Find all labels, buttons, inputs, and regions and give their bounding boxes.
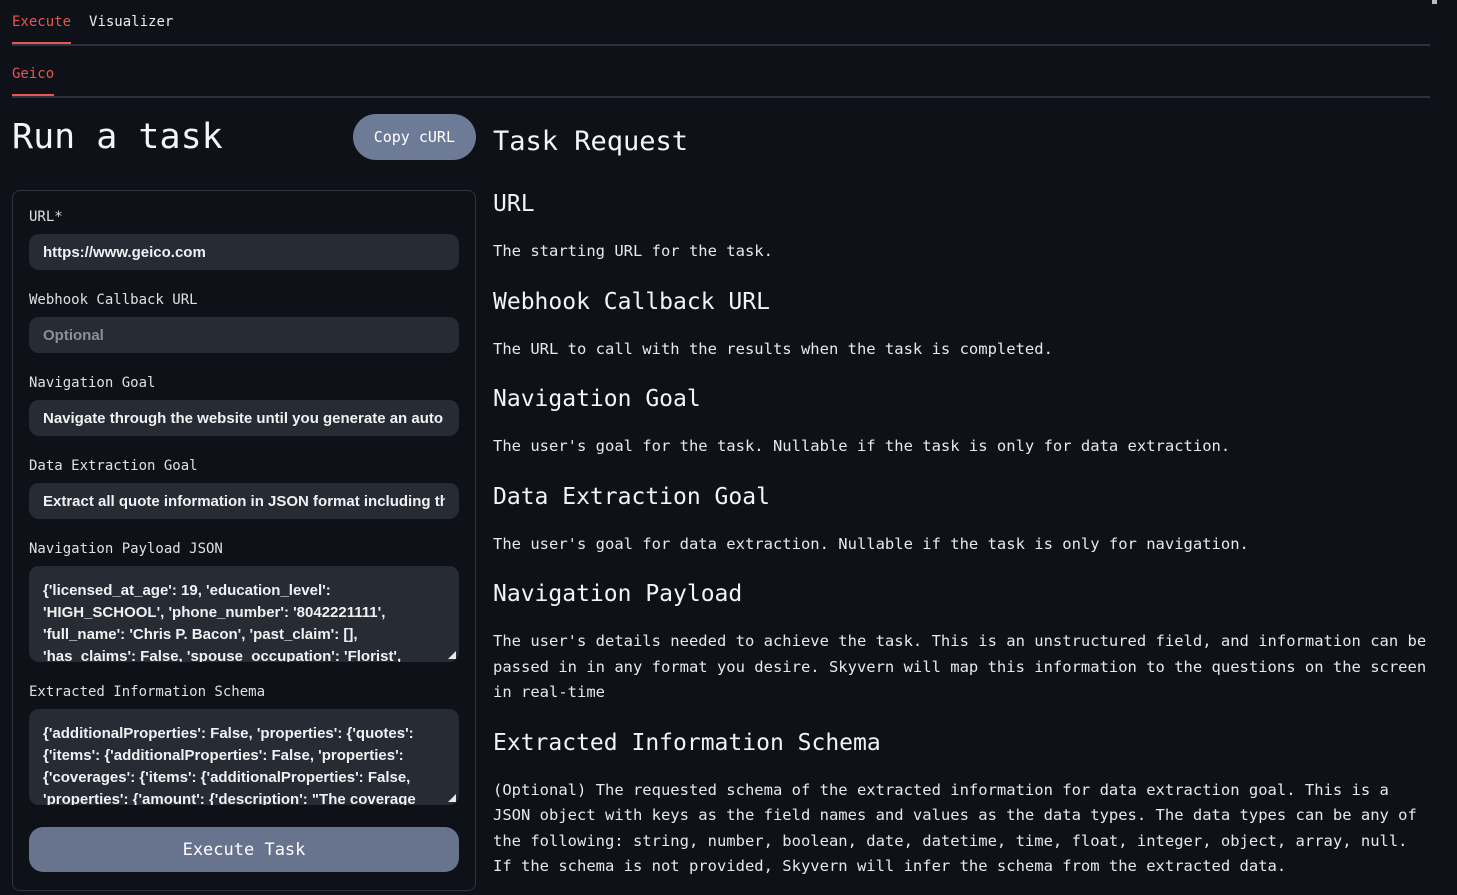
navigation-goal-input[interactable] <box>29 400 459 436</box>
app-root: Execute Visualizer Geico Run a task Copy… <box>0 0 1457 895</box>
doc-heading: URL <box>493 192 1430 216</box>
extracted-schema-textarea[interactable]: {'additionalProperties': False, 'propert… <box>29 709 459 805</box>
doc-section-data-extraction-goal: Data Extraction Goal The user's goal for… <box>493 485 1430 558</box>
run-task-panel: Run a task Copy cURL URL* Webhook Callba… <box>12 114 476 891</box>
copy-curl-button[interactable]: Copy cURL <box>353 114 476 160</box>
task-request-docs: Task Request URL The starting URL for th… <box>493 114 1430 895</box>
doc-heading: Webhook Callback URL <box>493 290 1430 314</box>
url-input[interactable] <box>29 234 459 270</box>
doc-heading: Navigation Payload <box>493 582 1430 606</box>
doc-body: The user's goal for the task. Nullable i… <box>493 434 1430 460</box>
navigation-payload-textarea[interactable]: {'licensed_at_age': 19, 'education_level… <box>29 566 459 662</box>
doc-body: The URL to call with the results when th… <box>493 337 1430 363</box>
run-task-header: Run a task Copy cURL <box>12 114 476 160</box>
doc-heading: Data Extraction Goal <box>493 485 1430 509</box>
page-title: Run a task <box>12 114 223 160</box>
doc-body: The user's details needed to achieve the… <box>493 629 1430 706</box>
scrollbar-thumb[interactable] <box>1432 0 1437 4</box>
field-data-extraction-goal: Data Extraction Goal <box>29 458 459 519</box>
doc-section-webhook: Webhook Callback URL The URL to call wit… <box>493 290 1430 363</box>
navigation-goal-label: Navigation Goal <box>29 375 459 391</box>
doc-body: (Optional) The requested schema of the e… <box>493 778 1430 880</box>
primary-tabs: Execute Visualizer <box>0 0 1457 44</box>
doc-section-navigation-payload: Navigation Payload The user's details ne… <box>493 582 1430 706</box>
execute-task-button[interactable]: Execute Task <box>29 827 459 872</box>
resize-grip-icon[interactable] <box>448 651 456 659</box>
resize-grip-icon[interactable] <box>448 794 456 802</box>
field-webhook: Webhook Callback URL <box>29 292 459 353</box>
tab-execute[interactable]: Execute <box>12 14 71 44</box>
doc-section-extracted-schema: Extracted Information Schema (Optional) … <box>493 731 1430 880</box>
tab-geico[interactable]: Geico <box>12 66 54 96</box>
tab-visualizer[interactable]: Visualizer <box>89 14 173 44</box>
doc-heading: Extracted Information Schema <box>493 731 1430 755</box>
field-url: URL* <box>29 209 459 270</box>
field-navigation-payload: Navigation Payload JSON {'licensed_at_ag… <box>29 541 459 662</box>
docs-title: Task Request <box>493 128 1430 156</box>
url-label: URL* <box>29 209 459 225</box>
webhook-label: Webhook Callback URL <box>29 292 459 308</box>
navigation-payload-label: Navigation Payload JSON <box>29 541 459 557</box>
doc-body: The user's goal for data extraction. Nul… <box>493 532 1430 558</box>
doc-heading: Navigation Goal <box>493 387 1430 411</box>
data-extraction-goal-input[interactable] <box>29 483 459 519</box>
doc-section-url: URL The starting URL for the task. <box>493 192 1430 265</box>
data-extraction-goal-label: Data Extraction Goal <box>29 458 459 474</box>
field-extracted-schema: Extracted Information Schema {'additiona… <box>29 684 459 805</box>
task-form-card: URL* Webhook Callback URL Navigation Goa… <box>12 190 476 891</box>
doc-body: The starting URL for the task. <box>493 239 1430 265</box>
webhook-input[interactable] <box>29 317 459 353</box>
field-navigation-goal: Navigation Goal <box>29 375 459 436</box>
secondary-tabs: Geico <box>0 46 1457 96</box>
extracted-schema-label: Extracted Information Schema <box>29 684 459 700</box>
main-content: Run a task Copy cURL URL* Webhook Callba… <box>0 98 1457 895</box>
doc-section-navigation-goal: Navigation Goal The user's goal for the … <box>493 387 1430 460</box>
